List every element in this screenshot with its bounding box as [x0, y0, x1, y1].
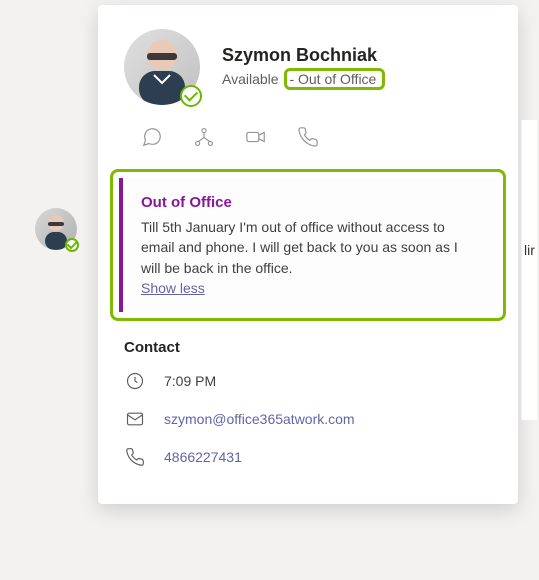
profile-card: Szymon Bochniak Available - Out of Offic…: [98, 5, 518, 504]
presence-line: Available - Out of Office: [222, 68, 385, 90]
contact-heading: Contact: [124, 339, 492, 356]
org-button[interactable]: [192, 125, 216, 149]
chat-button[interactable]: [140, 125, 164, 149]
conversation-peer-avatar[interactable]: [35, 208, 77, 250]
presence-badge-available-ooo-icon: [180, 85, 202, 107]
phone-icon: [124, 446, 146, 468]
audio-call-button[interactable]: [296, 125, 320, 149]
ooo-message: Till 5th January I'm out of office witho…: [141, 217, 479, 278]
profile-header: Szymon Bochniak Available - Out of Offic…: [98, 5, 518, 117]
profile-title-block: Szymon Bochniak Available - Out of Offic…: [222, 45, 385, 90]
contact-email-row: szymon@office365atwork.com: [124, 408, 492, 430]
video-call-button[interactable]: [244, 125, 268, 149]
contact-section: Contact 7:09 PM szymon@office365atwork.c…: [98, 329, 518, 468]
video-icon: [245, 126, 267, 148]
contact-time-row: 7:09 PM: [124, 370, 492, 392]
ooo-banner: Out of Office Till 5th January I'm out o…: [119, 178, 497, 312]
action-bar: [98, 117, 518, 163]
profile-name: Szymon Bochniak: [222, 45, 385, 66]
contact-phone-link[interactable]: 4866227431: [164, 449, 242, 465]
contact-phone-row: 4866227431: [124, 446, 492, 468]
profile-avatar[interactable]: [124, 29, 200, 105]
clock-icon: [124, 370, 146, 392]
contact-email-link[interactable]: szymon@office365atwork.com: [164, 411, 355, 427]
mail-icon: [124, 408, 146, 430]
presence-text: Available: [222, 71, 279, 87]
adjacent-panel-fragment: lir: [521, 120, 537, 420]
ooo-tag-highlight: - Out of Office: [284, 68, 385, 90]
ooo-title: Out of Office: [141, 194, 479, 211]
contact-time: 7:09 PM: [164, 373, 216, 389]
chat-icon: [141, 126, 163, 148]
org-icon: [193, 126, 215, 148]
ooo-highlight-box: Out of Office Till 5th January I'm out o…: [110, 169, 506, 321]
phone-icon: [297, 126, 319, 148]
presence-badge-available-ooo-icon: [65, 238, 79, 252]
ooo-toggle-link[interactable]: Show less: [141, 280, 205, 296]
